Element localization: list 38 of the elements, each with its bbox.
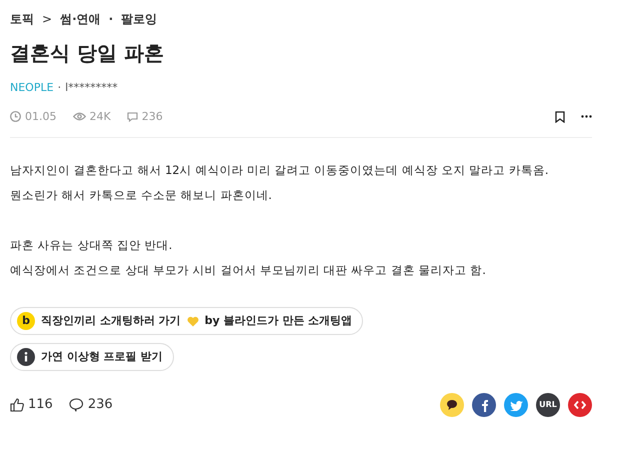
breadcrumb-separator: > <box>42 11 52 28</box>
breadcrumb-link[interactable]: 토픽 <box>10 10 34 28</box>
comment-count: 236 <box>142 108 163 124</box>
eye-icon <box>72 112 86 122</box>
separator-dot: · <box>58 80 62 96</box>
url-share-button[interactable]: URL <box>536 393 560 417</box>
comment-icon[interactable] <box>68 398 84 412</box>
promo-link[interactable]: b 직장인끼리 소개팅하러 가기 by 블라인드가 만든 소개팅앱 <box>10 307 364 335</box>
embed-icon <box>574 400 586 410</box>
body-text: 남자지인이 결혼한다고 해서 12시 예식이라 미리 갈려고 이동중이였는데 예식장 오지 말라고 카톡옴. <box>10 162 550 179</box>
twitter-icon <box>510 400 522 410</box>
like-count: 116 <box>28 396 53 414</box>
breadcrumb-link[interactable]: 썸·연애 <box>60 10 101 28</box>
comment-icon <box>126 112 138 122</box>
thumbs-up-icon[interactable] <box>10 398 24 412</box>
bookmark-icon[interactable] <box>555 110 565 123</box>
embed-share-button[interactable] <box>568 393 592 417</box>
body-text: 예식장에서 조건으로 상대 부모가 시비 걸어서 부모님끼리 대판 싸우고 결혼 물리자고 함. <box>10 262 487 279</box>
clock-icon <box>10 111 21 122</box>
body-text: 뭔소린가 해서 카톡으로 수소문 해보니 파혼이네. <box>10 187 273 204</box>
comment-count: 236 <box>88 396 113 414</box>
blind-logo: b <box>17 312 35 330</box>
kakao-share-button[interactable] <box>440 393 464 417</box>
facebook-share-button[interactable] <box>472 393 496 417</box>
separator-dot: · <box>108 11 114 28</box>
heart-icon <box>186 316 199 326</box>
more-icon[interactable] <box>581 115 592 118</box>
follow-link[interactable]: 팔로잉 <box>121 10 158 28</box>
facebook-icon <box>480 398 488 412</box>
author-nickname: l********* <box>65 80 118 96</box>
info-icon <box>17 348 35 366</box>
post-title: 결혼식 당일 파혼 <box>10 40 165 67</box>
view-count: 24K <box>90 108 111 124</box>
twitter-share-button[interactable] <box>504 393 528 417</box>
body-text: 파혼 사유는 상대쪽 집안 반대. <box>10 237 174 254</box>
kakao-icon <box>446 399 458 411</box>
post-date: 01.05 <box>25 108 56 124</box>
promo-link[interactable]: 가연 이상형 프로필 받기 <box>10 343 174 371</box>
